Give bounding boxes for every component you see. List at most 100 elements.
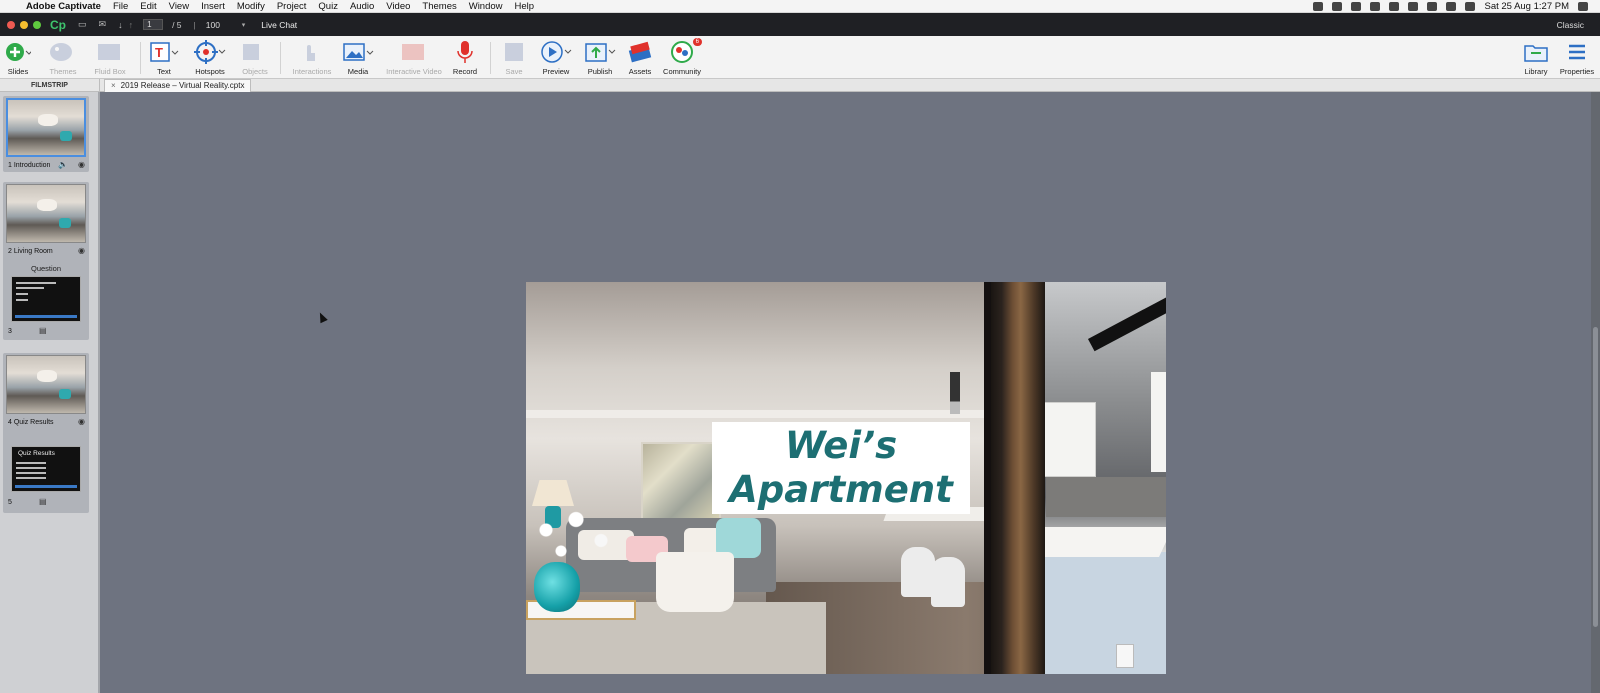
save-label: Save — [505, 67, 523, 76]
text-icon: T — [150, 42, 179, 62]
preview-label: Preview — [542, 67, 570, 76]
time-machine-icon[interactable] — [1427, 1, 1438, 11]
minimize-window-button[interactable] — [20, 20, 28, 29]
slide-group-question: 2 Living Room ◉ Question 3 ▤ — [3, 182, 89, 340]
slide-5-preview[interactable]: Quiz Results — [11, 446, 81, 492]
visibility-eye-icon[interactable]: ◉ — [78, 417, 85, 426]
interactive-video-label: Interactive Video — [386, 67, 442, 76]
quiz-icon[interactable]: ▤ — [39, 326, 47, 335]
text-label: Text — [157, 67, 171, 76]
community-label: Community — [663, 67, 701, 76]
menu-file[interactable]: File — [113, 1, 128, 12]
assets-label: Assets — [628, 67, 652, 76]
visibility-eye-icon[interactable]: ◉ — [78, 160, 85, 169]
sync-icon[interactable] — [1389, 1, 1400, 11]
toolbar-divider — [280, 42, 281, 74]
slide-5-label: 5 — [8, 499, 12, 506]
objects-button[interactable]: Objects — [227, 39, 283, 76]
properties-button[interactable]: Properties — [1549, 39, 1600, 76]
interactive-video-button[interactable]: Interactive Video — [386, 39, 442, 76]
slide-title-line-1: Wei’s — [784, 424, 898, 467]
objects-label: Objects — [242, 67, 268, 76]
arrow-down-icon[interactable]: ↓ — [118, 20, 123, 30]
question-group-title: Question — [30, 264, 62, 273]
screen-icon[interactable] — [1332, 1, 1343, 11]
menu-insert[interactable]: Insert — [201, 1, 225, 12]
fluid-box-button[interactable]: Fluid Box — [82, 39, 138, 76]
audio-icon[interactable]: 🔈 — [58, 160, 68, 169]
menu-help[interactable]: Help — [515, 1, 535, 12]
slide-2-preview[interactable] — [6, 184, 86, 243]
scrollbar-thumb[interactable] — [1593, 327, 1598, 627]
slide-3-preview[interactable] — [11, 276, 81, 322]
visibility-eye-icon[interactable]: ◉ — [78, 246, 85, 255]
app-title-bar: Cp ▭ ✉ ↓ ↑ 1 / 5 | 100 ▾ Live Chat Class… — [0, 13, 1600, 36]
macos-menu-bar: Adobe Captivate File Edit View Insert Mo… — [0, 0, 1600, 13]
community-button[interactable]: 6 Community — [654, 38, 710, 76]
menu-clock[interactable]: Sat 25 Aug 1:27 PM — [1484, 1, 1569, 12]
main-toolbar: Slides Themes Fluid Box T Text Hotspots … — [0, 36, 1600, 79]
slide-title-line-2: Apartment — [729, 468, 953, 511]
zoom-window-button[interactable] — [33, 20, 41, 29]
library-icon — [1524, 45, 1548, 62]
palette-icon — [50, 43, 72, 61]
image-icon — [343, 43, 374, 61]
media-label: Media — [347, 67, 369, 76]
menu-quiz[interactable]: Quiz — [318, 1, 338, 12]
filmstrip-panel: 1 Introduction 🔈 ◉ 2 Living Room ◉ Quest… — [0, 92, 100, 693]
wifi-icon[interactable] — [1446, 1, 1457, 11]
slide-4-preview[interactable] — [6, 355, 86, 414]
close-tab-icon[interactable]: × — [111, 80, 116, 92]
arrow-up-icon[interactable]: ↑ — [129, 20, 134, 30]
comments-icon[interactable]: ✉ — [99, 19, 107, 30]
workspace-switcher[interactable]: Classic — [1557, 20, 1584, 30]
zoom-dropdown-icon[interactable]: ▾ — [242, 21, 246, 29]
shapes-icon — [243, 44, 259, 60]
menu-window[interactable]: Window — [469, 1, 503, 12]
slide-1-preview — [6, 98, 86, 157]
slides-label: Slides — [7, 67, 29, 76]
document-tab[interactable]: × 2019 Release – Virtual Reality.cptx — [104, 79, 252, 92]
mail-icon[interactable] — [1408, 1, 1419, 11]
menu-audio[interactable]: Audio — [350, 1, 374, 12]
current-slide-field[interactable]: 1 — [143, 19, 164, 30]
slide-canvas[interactable]: Wei’s Apartment — [526, 282, 1166, 674]
filmstrip-title: FILMSTRIP — [0, 79, 100, 92]
window-controls — [0, 20, 41, 29]
more-icon[interactable] — [1351, 1, 1362, 11]
menu-app-name[interactable]: Adobe Captivate — [26, 1, 101, 12]
notification-center-icon[interactable] — [1578, 1, 1588, 11]
play-icon — [541, 41, 572, 63]
community-notification-badge: 6 — [692, 38, 702, 46]
microphone-icon — [457, 41, 473, 63]
menu-view[interactable]: View — [169, 1, 189, 12]
svg-text:T: T — [155, 45, 163, 60]
zoom-level-field[interactable]: 100 — [206, 20, 242, 30]
wall-artwork — [641, 442, 721, 522]
menu-edit[interactable]: Edit — [140, 1, 156, 12]
fluid-box-label: Fluid Box — [94, 67, 126, 76]
themes-label: Themes — [49, 67, 77, 76]
properties-icon — [1569, 44, 1585, 60]
slide-1-label: 1 Introduction — [8, 162, 51, 169]
dropbox-icon[interactable] — [1313, 1, 1324, 11]
total-slides: / 5 — [172, 19, 182, 30]
menu-modify[interactable]: Modify — [237, 1, 265, 12]
quiz-icon[interactable]: ▤ — [39, 497, 47, 506]
menu-video[interactable]: Video — [386, 1, 410, 12]
menu-project[interactable]: Project — [277, 1, 307, 12]
library-label: Library — [1524, 67, 1548, 76]
menu-themes[interactable]: Themes — [422, 1, 456, 12]
live-chat-link[interactable]: Live Chat — [261, 20, 297, 30]
record-button[interactable]: Record — [437, 39, 493, 76]
battery-icon[interactable] — [1370, 1, 1381, 11]
add-slide-icon — [6, 43, 31, 61]
vertical-scrollbar[interactable] — [1591, 92, 1600, 693]
keyboard-icon[interactable] — [1465, 1, 1476, 11]
media-button[interactable]: Media — [330, 39, 386, 76]
slide-title-caption[interactable]: Wei’s Apartment — [712, 422, 970, 514]
screen-mode-icon[interactable]: ▭ — [78, 19, 87, 30]
slide-thumbnail-1[interactable]: 1 Introduction 🔈 ◉ — [3, 96, 89, 172]
close-window-button[interactable] — [7, 20, 15, 29]
assets-icon — [628, 41, 652, 63]
